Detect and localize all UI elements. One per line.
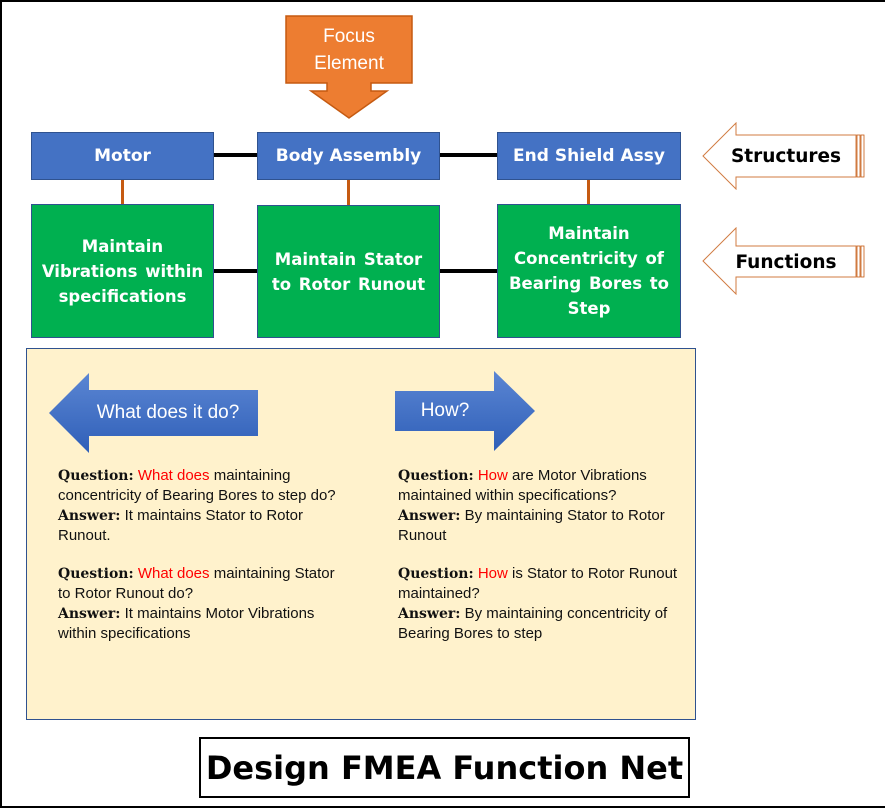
- function-net-diagram: Focus Element Motor Body Assembly End Sh…: [0, 0, 885, 808]
- structure-motor: Motor: [31, 132, 214, 180]
- qa-answer: Answer: By maintaining Stator to Rotor R…: [398, 506, 665, 544]
- qa-question: Question: How are Motor Vibrations maint…: [398, 467, 647, 505]
- qa-question: Question: What does maintaining Stator t…: [58, 565, 335, 603]
- how-qa-block: Question: How are Motor Vibrations maint…: [398, 466, 693, 643]
- diagram-title-box: Design FMEA Function Net: [199, 737, 690, 798]
- connector-body-function: [347, 180, 350, 205]
- function-maintain-vibrations: Maintain Vibrations within specification…: [31, 204, 214, 338]
- function-label: Maintain Concentricity of Bearing Bores …: [508, 224, 670, 318]
- qa-answer: Answer: By maintaining concentricity of …: [398, 604, 668, 643]
- how-label: How?: [420, 400, 470, 421]
- function-label: Maintain Stator to Rotor Runout: [271, 249, 426, 294]
- what-does-qa-block: Question: What does maintaining concentr…: [58, 466, 348, 643]
- focus-line-1: Focus: [323, 25, 375, 47]
- connector-func-2-3: [440, 269, 498, 273]
- qa-answer: Answer: It maintains Stator to Rotor Run…: [58, 506, 304, 544]
- qa-question: Question: What does maintaining concentr…: [58, 467, 336, 505]
- function-maintain-stator-runout: Maintain Stator to Rotor Runout: [257, 205, 440, 338]
- functions-label: Functions: [735, 251, 837, 273]
- connector-motor-function: [121, 180, 124, 205]
- structure-body-assembly: Body Assembly: [257, 132, 440, 180]
- qa-question: Question: How is Stator to Rotor Runout …: [398, 565, 678, 603]
- structures-label: Structures: [730, 145, 842, 167]
- structure-label: End Shield Assy: [513, 146, 665, 166]
- structure-label: Motor: [94, 146, 151, 166]
- focus-element-label: Focus Element: [286, 16, 412, 83]
- qa-answer: Answer: It maintains Motor Vibrations wi…: [58, 604, 315, 643]
- what-does-it-do-label: What does it do?: [96, 402, 240, 423]
- diagram-title: Design FMEA Function Net: [205, 748, 684, 787]
- connector-endshield-function: [587, 180, 590, 205]
- structure-label: Body Assembly: [275, 146, 422, 166]
- connector-func-1-2: [214, 269, 258, 273]
- qa-panel: What does it do? How? Question: What doe…: [26, 348, 696, 720]
- connector-body-endshield: [440, 153, 498, 157]
- focus-line-2: Element: [314, 52, 384, 74]
- structure-end-shield-assy: End Shield Assy: [497, 132, 681, 180]
- connector-motor-body: [214, 153, 258, 157]
- function-maintain-concentricity: Maintain Concentricity of Bearing Bores …: [497, 204, 681, 338]
- function-label: Maintain Vibrations within specification…: [41, 236, 204, 306]
